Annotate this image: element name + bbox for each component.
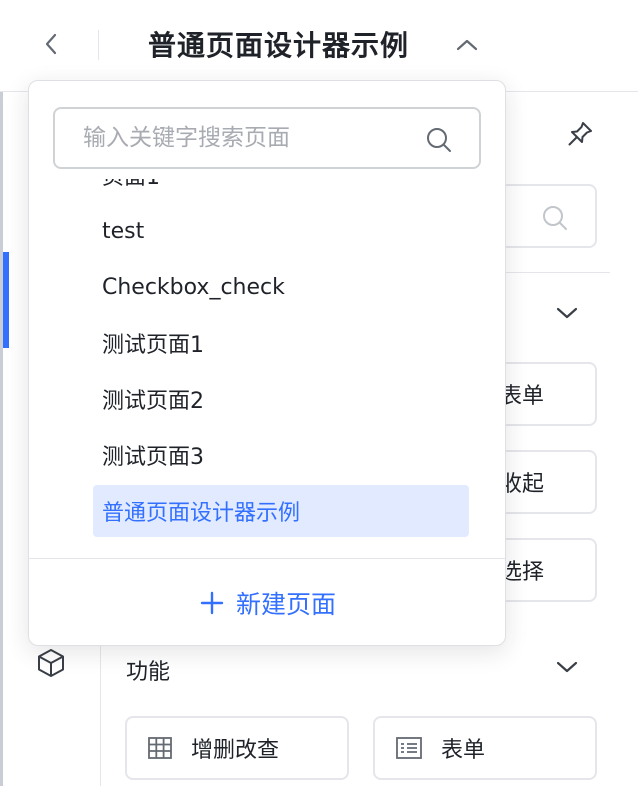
page-list[interactable]: 页面1 test Checkbox_check 测试页面1 测试页面2 测试页面… (29, 179, 505, 557)
component-card-label: 增删改查 (191, 738, 280, 763)
section-collapse-toggle[interactable] (552, 652, 582, 682)
page-list-item[interactable]: 测试页面1 (93, 317, 469, 369)
section-collapse-toggle[interactable] (552, 298, 582, 328)
pin-panel-button[interactable] (564, 118, 596, 150)
rail-active-indicator (3, 252, 9, 348)
new-page-label: 新建页面 (235, 590, 336, 619)
page-title[interactable]: 普通页面设计器示例 (148, 24, 409, 64)
pin-icon (568, 122, 592, 146)
form-list-icon (396, 737, 422, 759)
page-list-item[interactable]: 页面1 (93, 179, 469, 201)
page-switcher-dropdown: 页面1 test Checkbox_check 测试页面1 测试页面2 测试页面… (28, 80, 506, 646)
page-list-item[interactable]: Checkbox_check (93, 261, 469, 313)
component-card-label: 表单 (441, 738, 486, 763)
search-icon (541, 204, 569, 236)
page-list-item[interactable]: 测试页面2 (93, 373, 469, 425)
plus-icon (200, 591, 224, 615)
chevron-down-icon (556, 661, 578, 673)
section-title-function: 功能 (126, 660, 171, 685)
component-card-label: 表单 (500, 384, 545, 409)
cube-icon (38, 649, 64, 677)
page-switcher-toggle[interactable] (452, 30, 482, 60)
component-card-form[interactable]: 表单 (373, 716, 597, 780)
page-list-item-active[interactable]: 普通页面设计器示例 (93, 485, 469, 537)
component-card-label: 选择 (500, 560, 545, 585)
component-card-label: 收起 (500, 472, 545, 497)
chevron-left-icon (45, 33, 57, 55)
new-page-button[interactable]: 新建页面 (29, 559, 505, 645)
window-left-edge (0, 0, 3, 786)
page-search-field[interactable] (53, 107, 481, 169)
back-button[interactable] (38, 30, 64, 58)
header-divider (98, 30, 99, 60)
search-icon (425, 126, 453, 158)
rail-item-components[interactable] (34, 646, 68, 680)
chevron-up-icon (456, 39, 478, 51)
page-list-item[interactable]: 测试页面3 (93, 429, 469, 481)
page-list-item[interactable]: test (93, 205, 469, 257)
page-header: 普通页面设计器示例 (0, 0, 638, 92)
component-card-crud[interactable]: 增删改查 (125, 716, 349, 780)
chevron-down-icon (556, 307, 578, 319)
page-search-input[interactable] (83, 119, 423, 157)
table-grid-icon (148, 737, 172, 759)
